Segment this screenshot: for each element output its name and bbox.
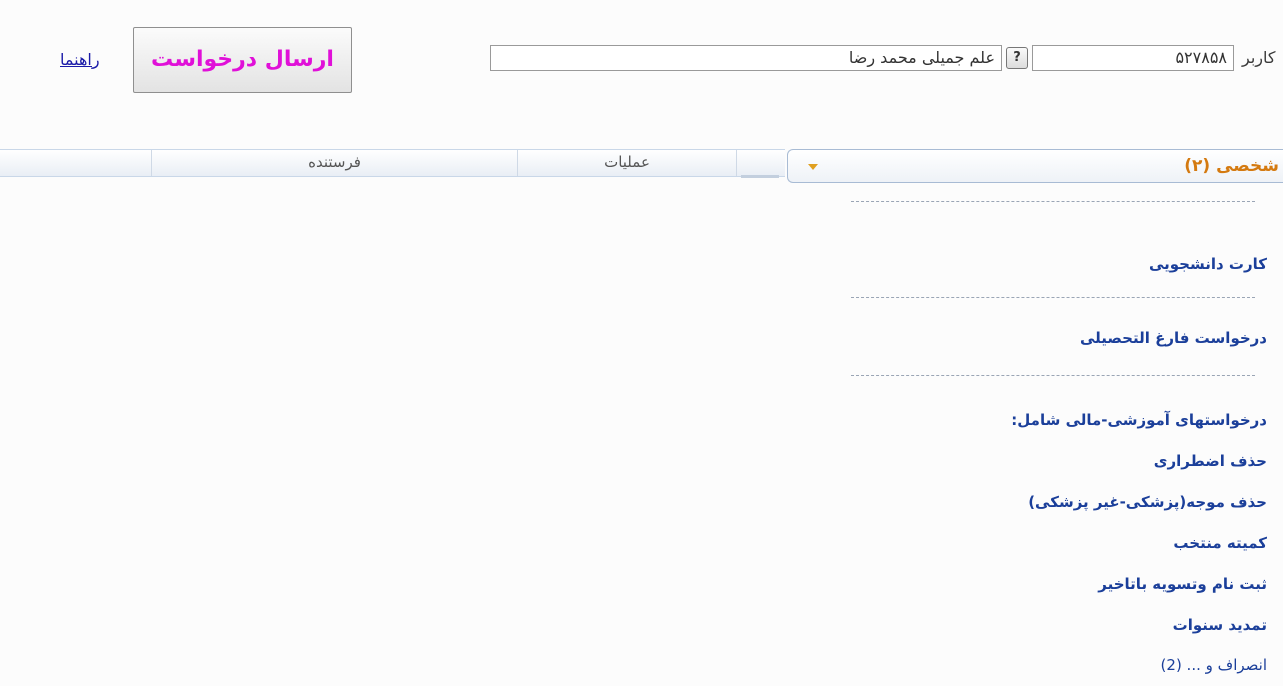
- grid-column-select[interactable]: [737, 150, 785, 178]
- user-label: کاربر: [1242, 48, 1276, 67]
- chevron-down-icon[interactable]: [808, 164, 818, 170]
- menu-item-student-card[interactable]: کارت دانشجویی: [1149, 255, 1267, 273]
- menu-item-emergency-drop[interactable]: حذف اضطراری: [1154, 452, 1267, 470]
- guide-link[interactable]: راهنما: [60, 50, 100, 69]
- user-name-field[interactable]: علم جمیلی محمد رضا: [490, 45, 1002, 71]
- menu-item-educational-financial[interactable]: درخواستهای آموزشی-مالی شامل:: [1011, 411, 1267, 429]
- separator: [851, 375, 1255, 376]
- menu-item-selected-committee[interactable]: کمیته منتخب: [1173, 534, 1267, 552]
- menu-item-late-registration[interactable]: ثبت نام وتسویه باتاخیر: [1098, 575, 1267, 593]
- separator: [851, 297, 1255, 298]
- top-toolbar: کاربر ۵۲۷۸۵۸ ? علم جمیلی محمد رضا ارسال …: [0, 0, 1283, 140]
- send-request-button[interactable]: ارسال درخواست: [133, 27, 352, 93]
- grid-column-sender[interactable]: فرستنده: [152, 150, 518, 176]
- menu-item-graduation-request[interactable]: درخواست فارغ التحصیلی: [1080, 329, 1267, 347]
- grid-column-empty[interactable]: [0, 150, 152, 176]
- dropdown-title: شخصی (۲): [1184, 156, 1279, 176]
- grid-header: فرستنده عملیات: [0, 149, 785, 178]
- request-panel: شخصی (۲) کارت دانشجویی درخواست فارغ التح…: [787, 149, 1283, 686]
- grid-column-operations[interactable]: عملیات: [518, 150, 737, 176]
- menu-item-term-extension[interactable]: تمدید سنوات: [1173, 616, 1267, 634]
- help-icon[interactable]: ?: [1006, 47, 1028, 69]
- menu-item-justified-drop[interactable]: حذف موجه(پزشکی-غیر پزشکی): [1028, 493, 1267, 511]
- category-dropdown[interactable]: شخصی (۲): [787, 149, 1283, 183]
- column-divider: [741, 175, 779, 178]
- user-code-field[interactable]: ۵۲۷۸۵۸: [1032, 45, 1234, 71]
- menu-item-withdrawal[interactable]: انصراف و ... (2): [1161, 656, 1267, 674]
- separator: [851, 201, 1255, 202]
